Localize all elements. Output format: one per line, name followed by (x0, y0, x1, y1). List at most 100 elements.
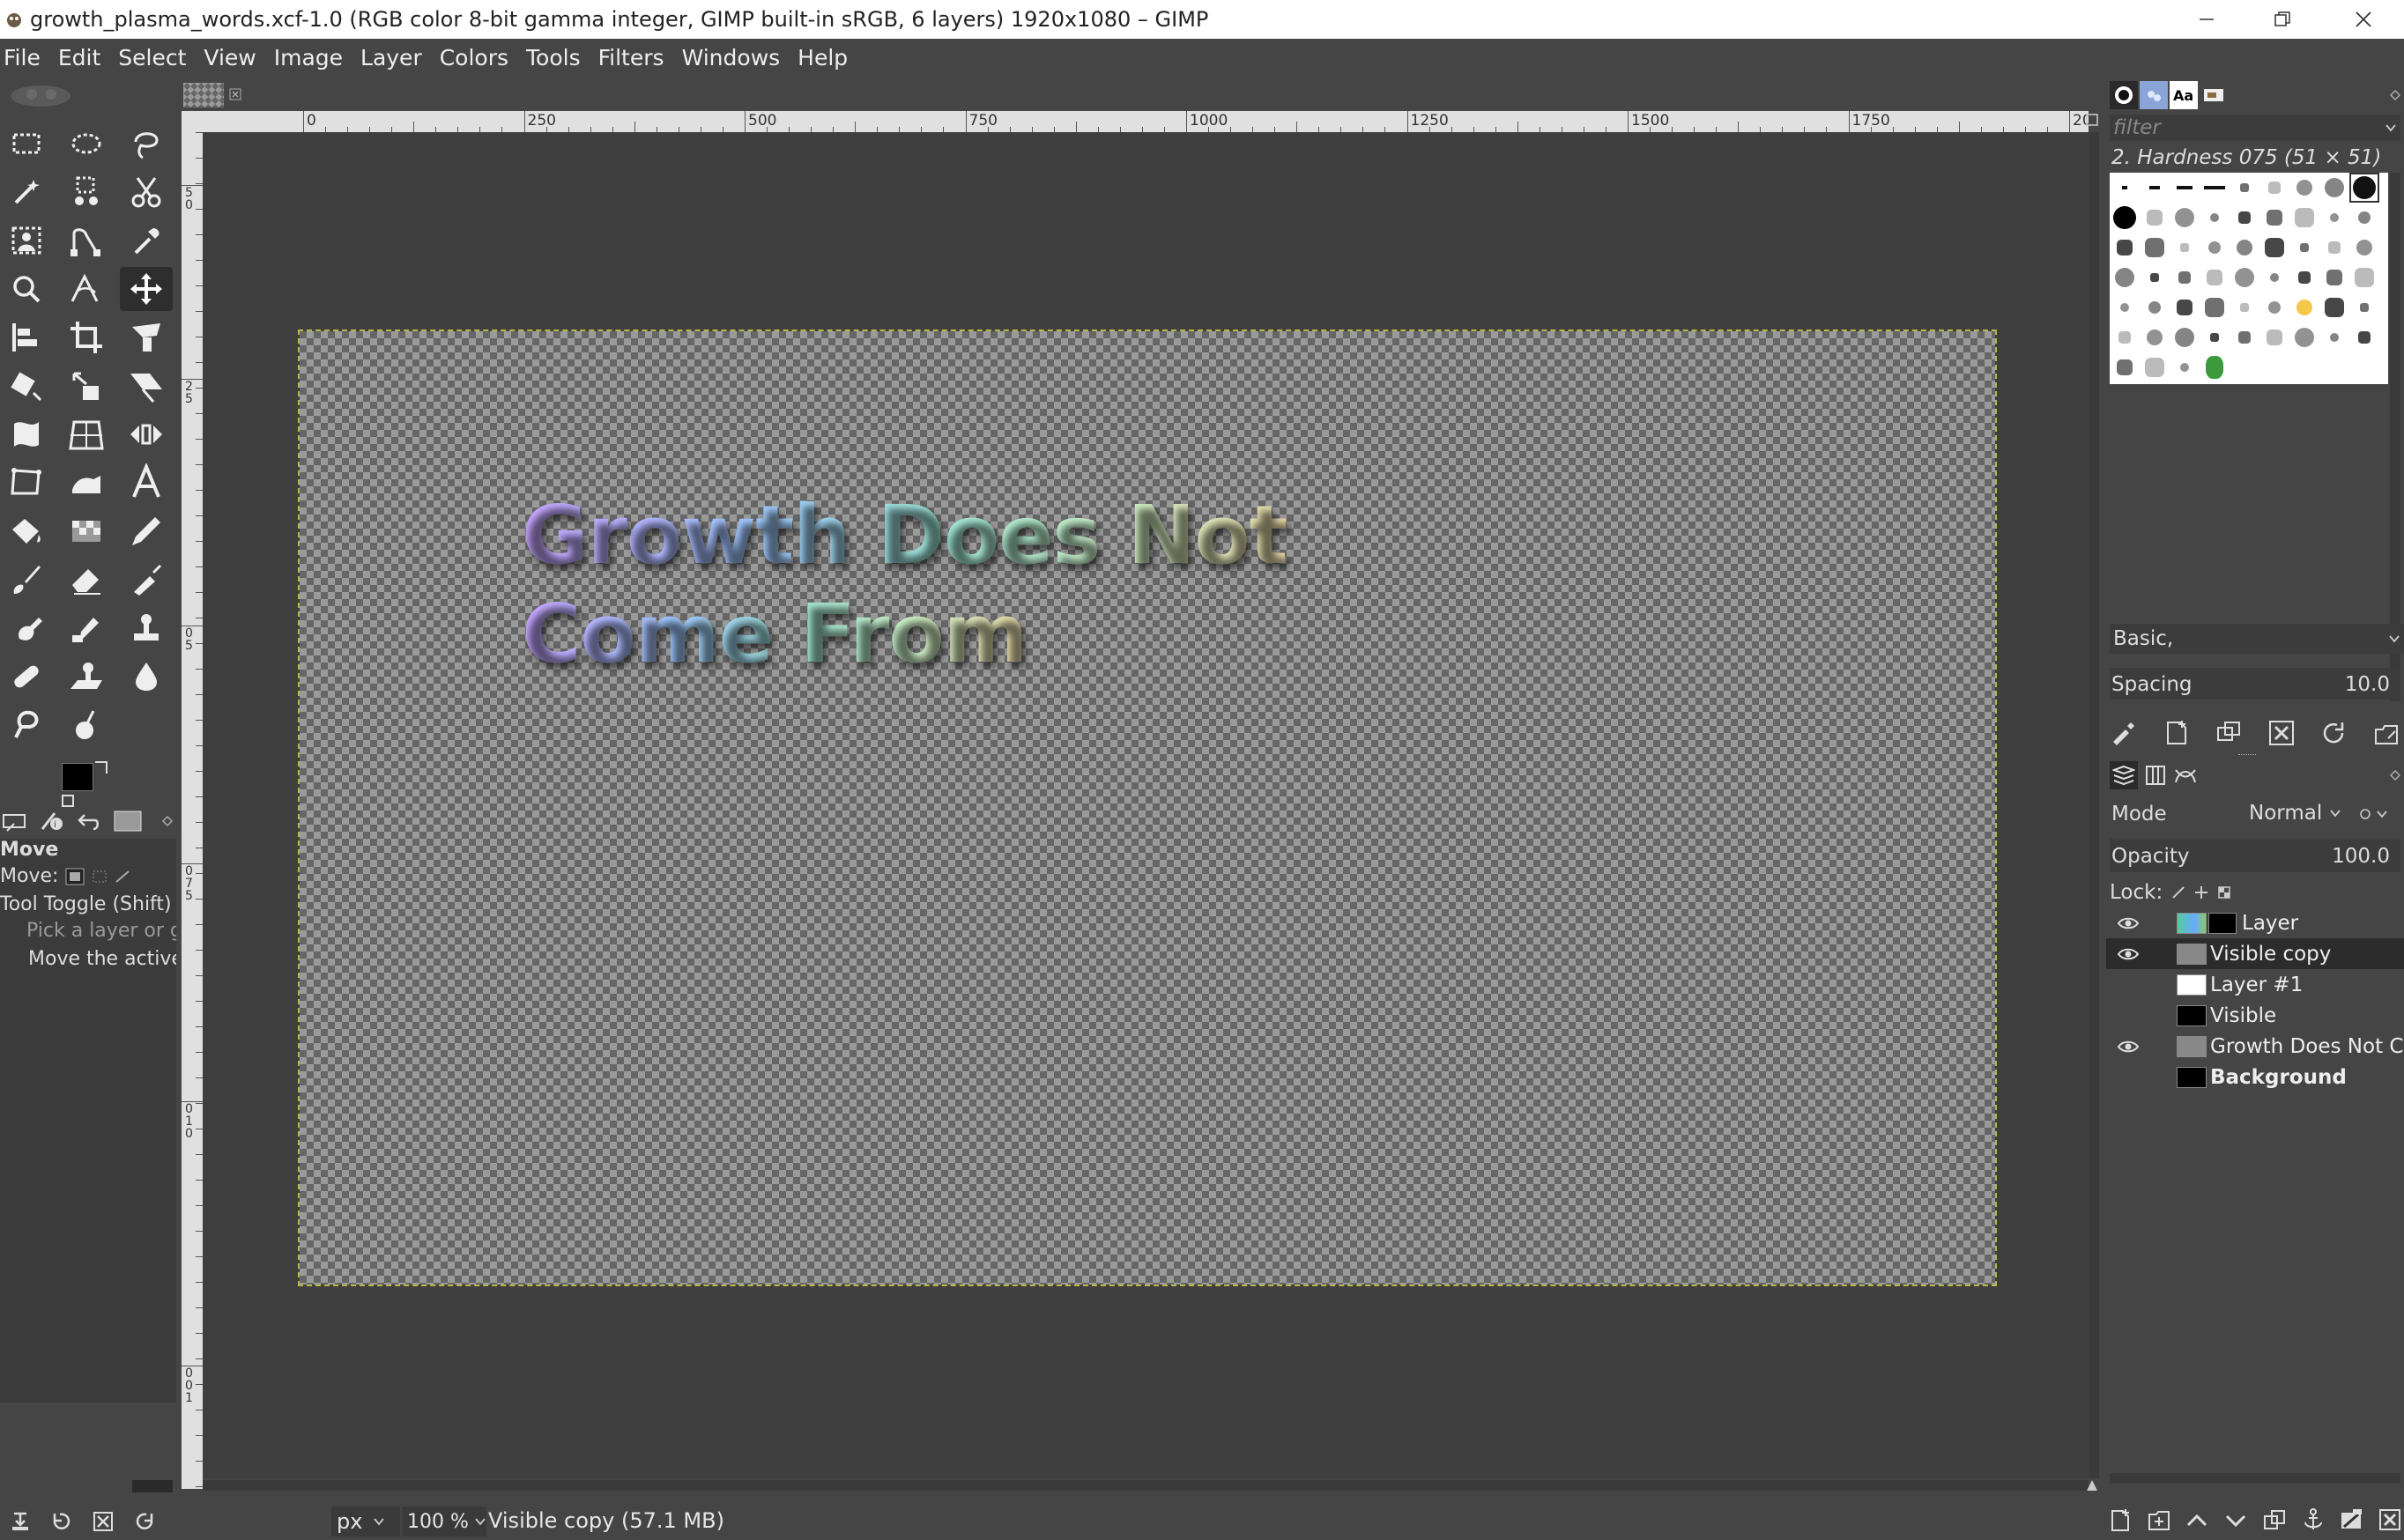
pencil-tool[interactable] (120, 509, 173, 553)
brush-thumbnail[interactable] (2231, 174, 2258, 201)
brushes-tab[interactable] (2110, 81, 2138, 109)
layers-horizontal-scrollbar[interactable] (2110, 1473, 2400, 1484)
canvas-area[interactable]: Growth Does Not Come From (203, 132, 2089, 1478)
brush-thumbnail[interactable] (2171, 204, 2198, 231)
brush-thumbnail[interactable] (2351, 294, 2378, 321)
brush-thumbnail[interactable] (2321, 324, 2348, 351)
add-mask-icon[interactable] (2339, 1507, 2363, 1532)
anchor-layer-icon[interactable] (2301, 1507, 2326, 1532)
restore-tool-preset-icon[interactable] (49, 1510, 72, 1533)
menu-edit[interactable]: Edit (49, 39, 109, 78)
flip-tool[interactable] (120, 412, 173, 456)
open-brush-as-image-icon[interactable] (2372, 719, 2400, 747)
brush-thumbnail[interactable] (2201, 354, 2228, 381)
menu-tools[interactable]: Tools (517, 39, 590, 78)
brush-thumbnail[interactable] (2261, 294, 2288, 321)
lock-position-icon[interactable] (2194, 885, 2208, 900)
crop-tool[interactable] (60, 315, 113, 359)
brush-thumbnail[interactable] (2171, 174, 2198, 201)
image-canvas[interactable]: Growth Does Not Come From (298, 329, 1997, 1286)
close-button[interactable] (2323, 0, 2404, 39)
move-active-option[interactable]: Move the active (21, 948, 176, 970)
swap-colors-icon[interactable] (95, 761, 108, 774)
spacing-slider[interactable]: Spacing 10.0 (2110, 668, 2400, 700)
brush-thumbnail[interactable] (2351, 234, 2378, 261)
move-layer-mode-icon[interactable] (65, 868, 85, 885)
brush-thumbnail[interactable] (2291, 234, 2318, 261)
brush-preset-selector[interactable]: Basic, (2110, 624, 2404, 654)
navigate-icon[interactable] (2085, 1478, 2099, 1492)
perspective-tool[interactable] (60, 412, 113, 456)
brush-thumbnail[interactable] (2171, 234, 2198, 261)
menu-filters[interactable]: Filters (590, 39, 673, 78)
brush-thumbnail[interactable] (2351, 204, 2378, 231)
reset-tool-options-icon[interactable] (134, 1510, 157, 1533)
color-picker-tool[interactable] (120, 218, 173, 263)
brush-thumbnail[interactable] (2141, 204, 2168, 231)
brush-thumbnail[interactable] (2111, 354, 2138, 381)
lock-alpha-icon[interactable] (2217, 885, 2231, 900)
lower-layer-icon[interactable] (2223, 1507, 2248, 1532)
brush-thumbnail[interactable] (2321, 204, 2348, 231)
paintbrush-tool[interactable] (0, 558, 53, 602)
brush-thumbnail[interactable] (2141, 354, 2168, 381)
brush-thumbnail[interactable] (2171, 294, 2198, 321)
brush-thumbnail[interactable] (2321, 234, 2348, 261)
brush-thumbnail[interactable] (2321, 294, 2348, 321)
opacity-slider[interactable]: Opacity 100.0 (2110, 839, 2400, 872)
layers-tab[interactable] (2110, 761, 2138, 789)
brush-thumbnail[interactable] (2291, 204, 2318, 231)
visibility-eye-icon[interactable] (2117, 1038, 2140, 1055)
brush-thumbnail[interactable] (2291, 294, 2318, 321)
zoom-selector[interactable]: 100 % (402, 1507, 486, 1536)
brush-thumbnail[interactable] (2291, 174, 2318, 201)
brush-thumbnail[interactable] (2171, 354, 2198, 381)
menu-image[interactable]: Image (265, 39, 352, 78)
composite-mode-selector[interactable] (2358, 803, 2399, 825)
brush-thumbnail[interactable] (2111, 234, 2138, 261)
undo-history-tab-icon[interactable] (76, 810, 102, 833)
canvas-vertical-scrollbar[interactable] (2089, 132, 2099, 1478)
unified-transform-tool[interactable] (120, 315, 173, 359)
mypaint-brush-tool[interactable] (60, 606, 113, 650)
zoom-follow-icon[interactable] (2085, 113, 2099, 127)
configure-tab-icon[interactable] (2390, 90, 2400, 100)
zoom-tool[interactable] (0, 267, 53, 311)
paths-tab[interactable] (2171, 761, 2200, 789)
brush-thumbnail[interactable] (2321, 174, 2348, 201)
vertical-ruler[interactable]: 502505075010001250 (182, 132, 203, 1489)
edit-brush-icon[interactable] (2110, 719, 2138, 747)
scale-tool[interactable] (60, 364, 113, 408)
brush-thumbnail[interactable] (2201, 324, 2228, 351)
perspective-clone-tool[interactable] (60, 655, 113, 699)
images-tab-icon[interactable] (113, 810, 143, 833)
brush-thumbnail[interactable] (2261, 204, 2288, 231)
scissors-select-tool[interactable] (120, 170, 173, 214)
configure-tab-icon[interactable] (162, 816, 173, 826)
menu-colors[interactable]: Colors (431, 39, 517, 78)
rotate-tool[interactable] (0, 364, 53, 408)
mode-selector[interactable]: Normal (2249, 798, 2346, 828)
menu-windows[interactable]: Windows (673, 39, 790, 78)
brush-thumbnail[interactable] (2141, 294, 2168, 321)
raise-layer-icon[interactable] (2185, 1507, 2209, 1532)
device-status-tab-icon[interactable]: i (39, 810, 65, 833)
brush-thumbnail[interactable] (2351, 264, 2378, 291)
brush-grid-scrollbar[interactable] (2390, 173, 2400, 701)
airbrush-tool[interactable] (120, 558, 173, 602)
paths-tool[interactable] (60, 218, 113, 263)
brush-thumbnail[interactable] (2231, 204, 2258, 231)
brush-thumbnail[interactable] (2111, 324, 2138, 351)
brush-thumbnail[interactable] (2141, 264, 2168, 291)
shear-tool[interactable] (120, 364, 173, 408)
bucket-fill-tool[interactable] (0, 509, 53, 553)
select-by-color-tool[interactable] (60, 170, 113, 214)
move-tool[interactable] (120, 267, 173, 311)
brush-thumbnail[interactable] (2201, 294, 2228, 321)
canvas-horizontal-scrollbar[interactable] (203, 1480, 2089, 1491)
brush-thumbnail[interactable] (2231, 294, 2258, 321)
brush-thumbnail[interactable] (2141, 174, 2168, 201)
layer-row-visible[interactable]: Visible (2106, 1000, 2404, 1031)
brush-thumbnail[interactable] (2261, 324, 2288, 351)
measure-tool[interactable] (60, 267, 113, 311)
